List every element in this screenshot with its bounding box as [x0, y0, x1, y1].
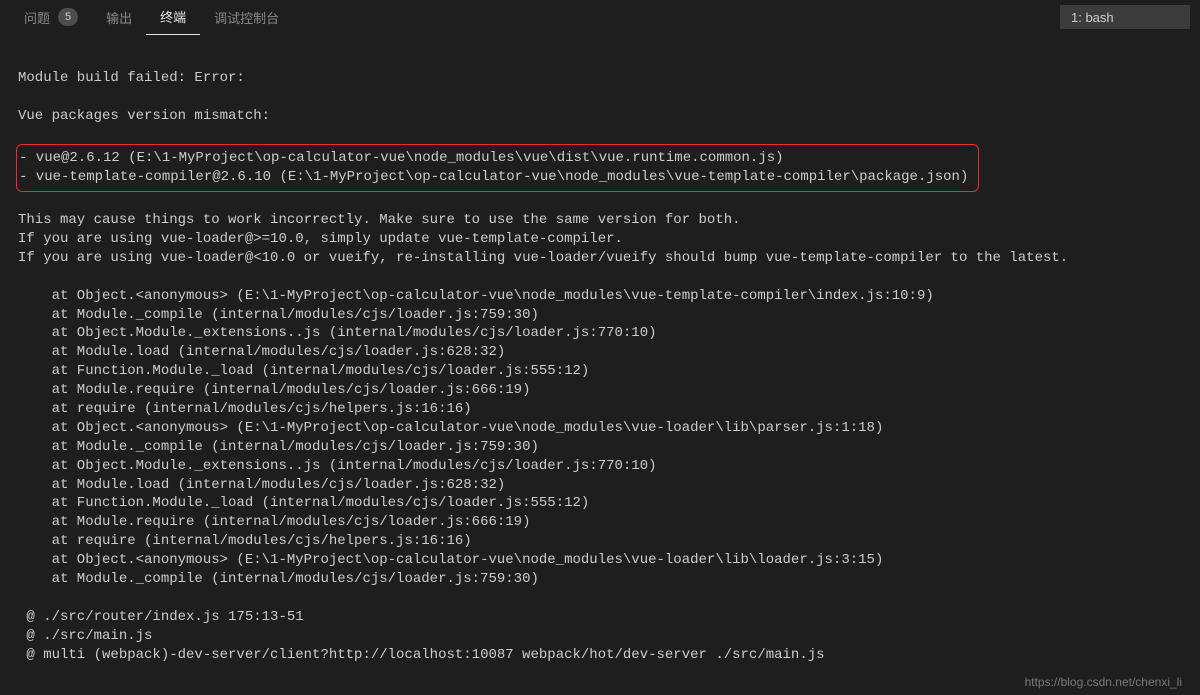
stack-trace-line: at require (internal/modules/cjs/helpers… — [18, 533, 472, 549]
stack-trace-line: at Module.require (internal/modules/cjs/… — [18, 382, 530, 398]
terminal-line: @ ./src/main.js — [18, 628, 152, 644]
terminal-line: - vue-template-compiler@2.6.10 (E:\1-MyP… — [19, 169, 968, 185]
terminal-line: If you are using vue-loader@<10.0 or vue… — [18, 250, 1068, 266]
stack-trace-line: at Module.load (internal/modules/cjs/loa… — [18, 344, 505, 360]
stack-trace-line: at Module.require (internal/modules/cjs/… — [18, 514, 530, 530]
tab-terminal-label: 终端 — [160, 7, 186, 26]
terminal-selector-value: 1: bash — [1071, 10, 1114, 25]
terminal-output[interactable]: Module build failed: Error: Vue packages… — [0, 35, 1200, 680]
terminal-line: @ ./src/router/index.js 175:13-51 — [18, 609, 304, 625]
tab-problems-label: 问题 — [24, 8, 50, 27]
tab-output-label: 输出 — [106, 8, 132, 27]
stack-trace-line: at Module._compile (internal/modules/cjs… — [18, 571, 539, 587]
stack-trace-line: at require (internal/modules/cjs/helpers… — [18, 401, 472, 417]
terminal-line: - vue@2.6.12 (E:\1-MyProject\op-calculat… — [19, 150, 784, 166]
terminal-line: If you are using vue-loader@>=10.0, simp… — [18, 231, 623, 247]
stack-trace-line: at Object.<anonymous> (E:\1-MyProject\op… — [18, 288, 934, 304]
tab-debug-console-label: 调试控制台 — [214, 8, 279, 27]
watermark-text: https://blog.csdn.net/chenxi_li — [1025, 675, 1182, 689]
terminal-line: Vue packages version mismatch: — [18, 108, 270, 124]
tab-group: 问题 5 输出 终端 调试控制台 — [10, 0, 1060, 35]
stack-trace-line: at Module.load (internal/modules/cjs/loa… — [18, 477, 505, 493]
tab-problems[interactable]: 问题 5 — [10, 0, 92, 35]
terminal-line: Module build failed: Error: — [18, 70, 245, 86]
tab-terminal[interactable]: 终端 — [146, 0, 200, 35]
stack-trace-line: at Object.<anonymous> (E:\1-MyProject\op… — [18, 552, 883, 568]
stack-trace-line: at Function.Module._load (internal/modul… — [18, 495, 589, 511]
terminal-line: @ multi (webpack)-dev-server/client?http… — [18, 647, 825, 663]
error-highlight-box: - vue@2.6.12 (E:\1-MyProject\op-calculat… — [16, 144, 979, 192]
stack-trace-line: at Object.Module._extensions..js (intern… — [18, 325, 657, 341]
tab-output[interactable]: 输出 — [92, 0, 146, 35]
panel-tab-bar: 问题 5 输出 终端 调试控制台 1: bash — [0, 0, 1200, 35]
stack-trace-line: at Function.Module._load (internal/modul… — [18, 363, 589, 379]
stack-trace-line: at Object.<anonymous> (E:\1-MyProject\op… — [18, 420, 883, 436]
terminal-line: This may cause things to work incorrectl… — [18, 212, 741, 228]
stack-trace-line: at Module._compile (internal/modules/cjs… — [18, 307, 539, 323]
tab-debug-console[interactable]: 调试控制台 — [200, 0, 293, 35]
terminal-selector-dropdown[interactable]: 1: bash — [1060, 5, 1190, 29]
stack-trace-line: at Object.Module._extensions..js (intern… — [18, 458, 657, 474]
stack-trace-line: at Module._compile (internal/modules/cjs… — [18, 439, 539, 455]
problems-count-badge: 5 — [58, 8, 78, 26]
